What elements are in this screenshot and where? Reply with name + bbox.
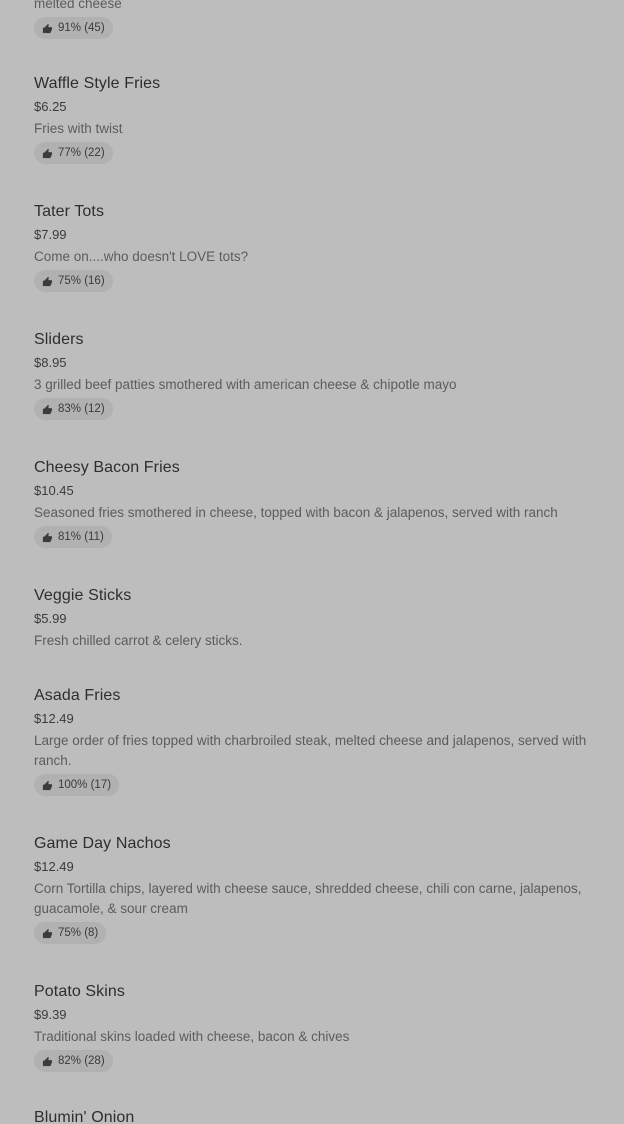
rating-text: 100% (17)	[58, 779, 112, 791]
rating-badge: 75% (8)	[34, 922, 107, 944]
menu-item[interactable]: Sliders $8.95 3 grilled beef patties smo…	[34, 330, 600, 420]
item-price: $12.49	[34, 711, 74, 726]
menu-item[interactable]: Asada Fries $12.49 Large order of fries …	[34, 686, 600, 796]
rating-badge: 83% (12)	[34, 398, 113, 420]
thumbs-up-icon	[42, 148, 53, 158]
item-name: Game Day Nachos	[34, 835, 171, 852]
item-description: melted cheese	[34, 0, 122, 11]
item-name: Sliders	[34, 331, 84, 348]
item-description: Fries with twist	[34, 121, 123, 136]
item-name: Veggie Sticks	[34, 587, 132, 604]
rating-badge: 91% (45)	[34, 17, 113, 39]
item-name: Blumin' Onion	[34, 1109, 135, 1124]
item-description: Seasoned fries smothered in cheese, topp…	[34, 505, 558, 520]
thumbs-up-icon	[42, 780, 53, 790]
rating-text: 83% (12)	[58, 403, 105, 415]
item-name: Potato Skins	[34, 983, 126, 1000]
item-name: Asada Fries	[34, 687, 121, 704]
menu-item[interactable]: Veggie Sticks $5.99 Fresh chilled carrot…	[34, 586, 600, 651]
item-name: Tater Tots	[34, 203, 105, 220]
rating-text: 81% (11)	[58, 531, 104, 543]
menu-item[interactable]: Potato Skins $9.39 Traditional skins loa…	[34, 982, 600, 1072]
item-description: Fresh chilled carrot & celery sticks.	[34, 633, 243, 648]
menu-item[interactable]: melted cheese 91% (45)	[34, 0, 600, 39]
rating-text: 77% (22)	[58, 147, 105, 159]
item-price: $9.39	[34, 1007, 67, 1022]
thumbs-up-icon	[42, 532, 53, 542]
rating-badge: 100% (17)	[34, 774, 120, 796]
item-description: 3 grilled beef patties smothered with am…	[34, 377, 457, 392]
thumbs-up-icon	[42, 404, 53, 414]
rating-text: 91% (45)	[58, 22, 105, 34]
menu-item[interactable]: Waffle Style Fries $6.25 Fries with twis…	[34, 74, 600, 164]
menu-item[interactable]: Tater Tots $7.99 Come on....who doesn't …	[34, 202, 600, 292]
item-price: $6.25	[34, 99, 67, 114]
item-name: Cheesy Bacon Fries	[34, 459, 180, 476]
thumbs-up-icon	[42, 23, 53, 33]
item-price: $5.99	[34, 611, 67, 626]
item-price: $10.45	[34, 483, 74, 498]
thumbs-up-icon	[42, 276, 53, 286]
rating-text: 82% (28)	[58, 1055, 105, 1067]
item-price: $8.95	[34, 355, 67, 370]
rating-badge: 75% (16)	[34, 270, 113, 292]
rating-text: 75% (16)	[58, 275, 105, 287]
menu-item-list: melted cheese 91% (45) Waffle Style Frie…	[0, 0, 624, 1124]
menu-item[interactable]: Cheesy Bacon Fries $10.45 Seasoned fries…	[34, 458, 600, 548]
rating-badge: 77% (22)	[34, 142, 113, 164]
item-name: Waffle Style Fries	[34, 75, 161, 92]
rating-badge: 81% (11)	[34, 526, 112, 548]
rating-badge: 82% (28)	[34, 1050, 113, 1072]
thumbs-up-icon	[42, 1056, 53, 1066]
menu-item[interactable]: Game Day Nachos $12.49 Corn Tortilla chi…	[34, 834, 600, 944]
menu-item[interactable]: Blumin' Onion	[34, 1108, 600, 1124]
item-description: Traditional skins loaded with cheese, ba…	[34, 1029, 350, 1044]
item-description: Large order of fries topped with charbro…	[34, 733, 587, 768]
item-description: Come on....who doesn't LOVE tots?	[34, 249, 249, 264]
item-description: Corn Tortilla chips, layered with cheese…	[34, 881, 582, 916]
thumbs-up-icon	[42, 928, 53, 938]
rating-text: 75% (8)	[58, 927, 99, 939]
item-price: $12.49	[34, 859, 74, 874]
item-price: $7.99	[34, 227, 67, 242]
